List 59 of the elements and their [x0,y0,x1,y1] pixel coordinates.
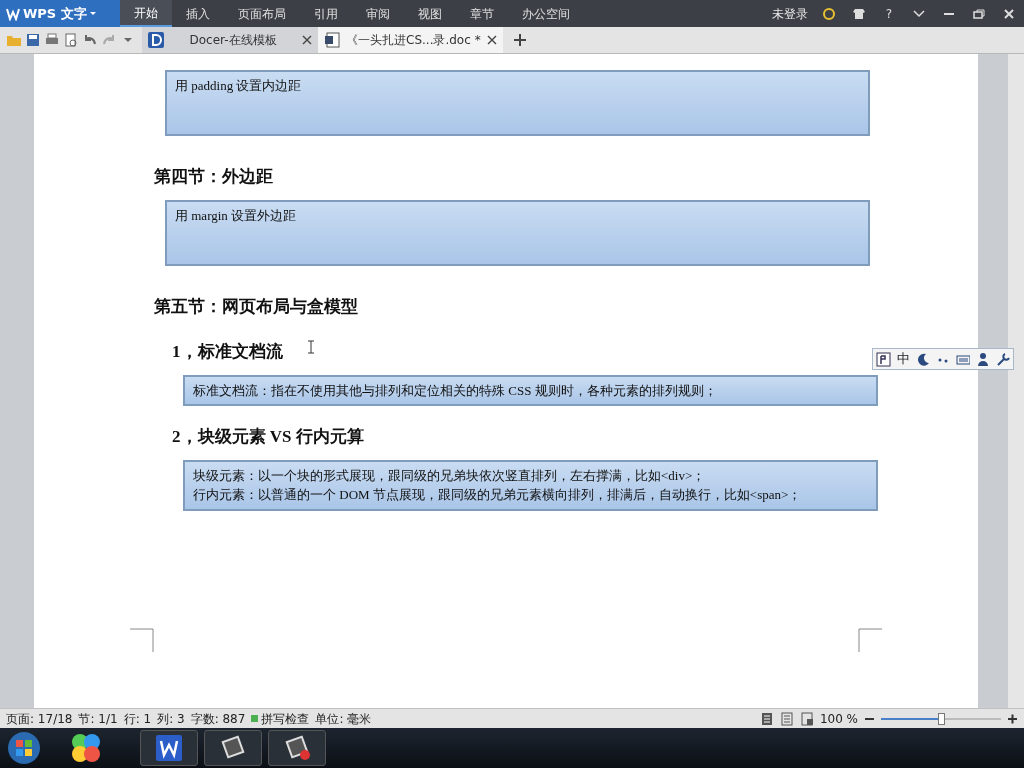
keyboard-icon[interactable] [956,352,970,366]
menu-tab[interactable]: 章节 [456,0,508,27]
text-line: 用 margin 设置外边距 [175,206,298,225]
section-heading: 第五节：网页布局与盒模型 [154,295,358,318]
document-icon [324,32,340,48]
ime-mode-toggle[interactable]: 中 [897,349,910,369]
app-menu-button[interactable]: WPS 文字 [0,0,120,27]
new-tab-icon[interactable] [512,33,527,47]
close-icon[interactable] [486,35,497,45]
menu-tab[interactable]: 开始 [120,0,172,27]
start-button[interactable] [6,730,42,766]
text-line: 标准文档流：指在不使用其他与排列和定位相关的特殊 CSS 规则时，各种元素的排列规则； [193,381,718,400]
status-square-icon [251,715,259,722]
login-link[interactable]: 未登录 [772,0,808,27]
status-item: 页面: 17/18 [6,710,73,728]
document-tab[interactable]: 《一头扎进CS...录.doc * [318,27,503,53]
spell-check-button[interactable]: 拼写检查 [261,709,310,728]
unit-label: 单位: 毫米 [315,710,372,728]
section-heading: 第四节：外边距 [154,166,273,188]
wrench-icon[interactable] [996,352,1010,366]
text-line: 块级元素：以一个块的形式展现，跟同级的兄弟块依次竖直排列，左右撑满，比如<div>； [193,466,707,485]
menu-tab[interactable]: 审阅 [352,0,404,27]
save-icon[interactable] [25,32,41,48]
app-logo-icon [6,6,20,21]
status-item: 列: 3 [157,710,185,728]
docer-logo-icon [148,32,164,48]
close-icon[interactable] [302,35,312,45]
scrollbar[interactable] [1008,54,1024,708]
menu-tab[interactable]: 页面布局 [224,0,300,27]
text-cursor-icon [307,340,315,354]
text-line: 用 padding 设置内边距 [175,77,303,95]
text-line: 行内元素：以普通的一个 DOM 节点展现，跟同级的兄弟元素横向排列，排满后，自动换行，比如<span>； [193,486,803,504]
web-view-icon[interactable] [799,711,814,726]
ime-logo-icon[interactable] [876,351,891,367]
restore-icon[interactable] [972,6,986,21]
status-item: 字数: 887 [190,710,246,728]
shirt-icon[interactable] [852,7,866,21]
moon-icon[interactable] [916,352,930,366]
zoom-level: 100 % [819,710,858,728]
preview-icon[interactable] [63,32,79,48]
status-item: 行: 1 [123,710,152,728]
page-corner-mark [858,628,882,652]
caret-icon [89,12,96,15]
menu-tab[interactable]: 办公空间 [508,0,584,27]
menu-tab[interactable]: 视图 [404,0,456,27]
menu-tab[interactable]: 插入 [172,0,224,27]
page-view-icon[interactable] [759,711,774,726]
status-item: 节: 1/1 [78,710,118,728]
zoom-slider[interactable] [881,712,1001,725]
zoom-in-icon[interactable] [1007,713,1018,724]
person-icon[interactable] [976,352,990,366]
menu-tab[interactable]: 引用 [300,0,352,27]
writer-taskbar-icon[interactable] [156,735,182,761]
subsection-heading: 1，标准文档流 [172,341,283,363]
close-icon[interactable] [1002,6,1016,21]
document-tab[interactable]: Docer-在线模板 [142,27,318,53]
subsection-heading: 2，块级元素 VS 行内元算 [172,426,364,448]
help-button[interactable]: ? [874,0,904,27]
page-corner-mark [130,628,154,652]
